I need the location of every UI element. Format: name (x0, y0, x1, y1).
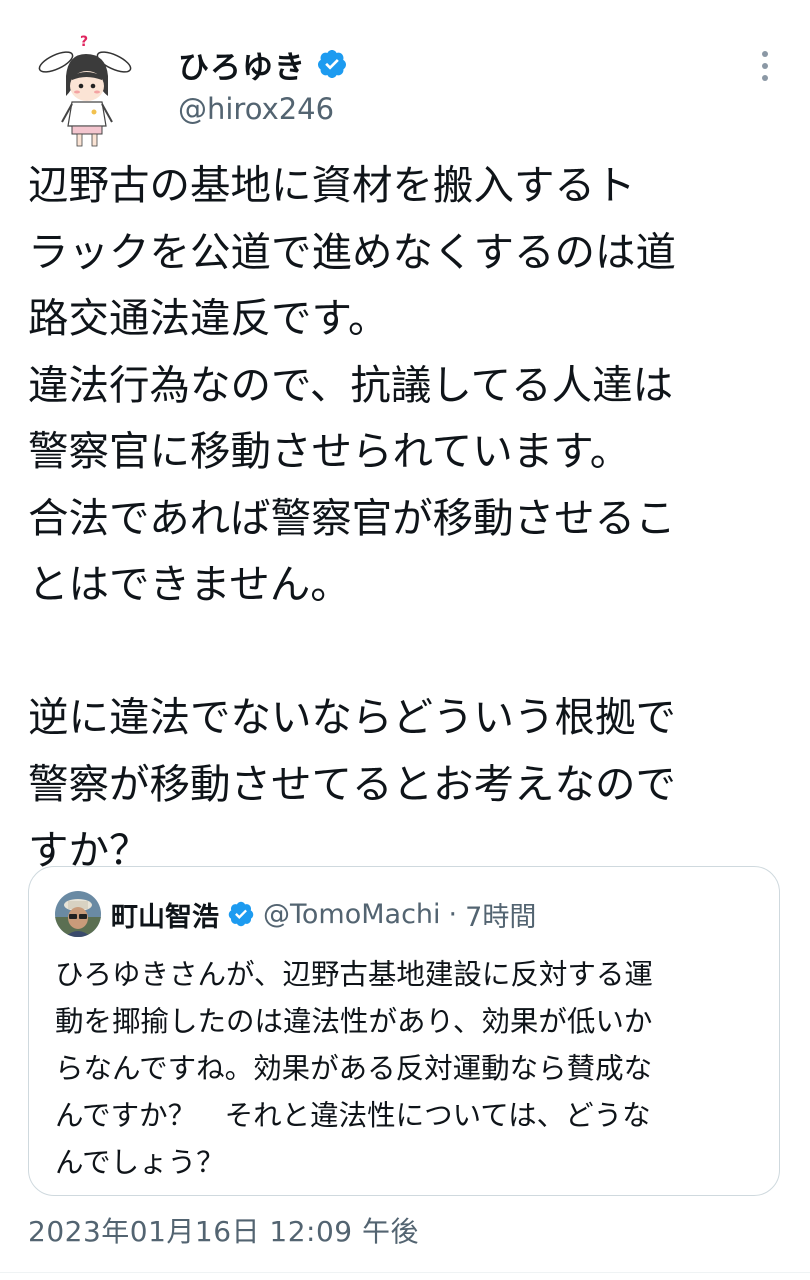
tweet-text: 辺野古の基地に資材を搬入するト ラックを公道で進めなくするのは道 路交通法違反で… (28, 161, 676, 874)
more-options-button[interactable] (748, 46, 782, 86)
quoted-display-name: 町山智浩 (111, 901, 219, 933)
more-vertical-icon-dot (762, 75, 768, 81)
svg-text:?: ? (80, 34, 88, 50)
quoted-tweet[interactable]: 町山智浩 @TomoMachi · 7時間 ひろゆきさんが、辺野古基地建設に反対… (28, 866, 780, 1196)
avatar-illustration: ? (28, 30, 148, 150)
quoted-verified-badge-icon (227, 900, 255, 928)
quoted-avatar-photo (55, 891, 101, 937)
quoted-separator: · (448, 898, 458, 930)
quoted-text: ひろゆきさんが、辺野古基地建設に反対する運 動を揶揄したのは違法性があり、効果が… (55, 958, 653, 1179)
quoted-handle: @TomoMachi (263, 898, 441, 930)
more-vertical-icon-dot (762, 63, 768, 69)
quoted-header: 町山智浩 @TomoMachi · 7時間 (111, 891, 536, 937)
author-display-name[interactable]: ひろゆき (178, 42, 306, 87)
verified-badge-icon (316, 48, 348, 80)
author-handle[interactable]: @hirox246 (178, 92, 334, 126)
quoted-author-avatar (55, 891, 101, 937)
more-vertical-icon (762, 51, 768, 57)
divider (0, 1272, 810, 1273)
tweet-detail: ? ひろゆき @hirox246 辺野古の基地に資材を搬入するト ラックを公道で… (0, 0, 810, 1280)
author-avatar[interactable]: ? (28, 30, 148, 150)
author-name-row: ひろゆき (178, 40, 348, 88)
quoted-time: 7時間 (465, 901, 537, 933)
tweet-timestamp[interactable]: 2023年01月16日 12:09 午後 (28, 1210, 419, 1250)
